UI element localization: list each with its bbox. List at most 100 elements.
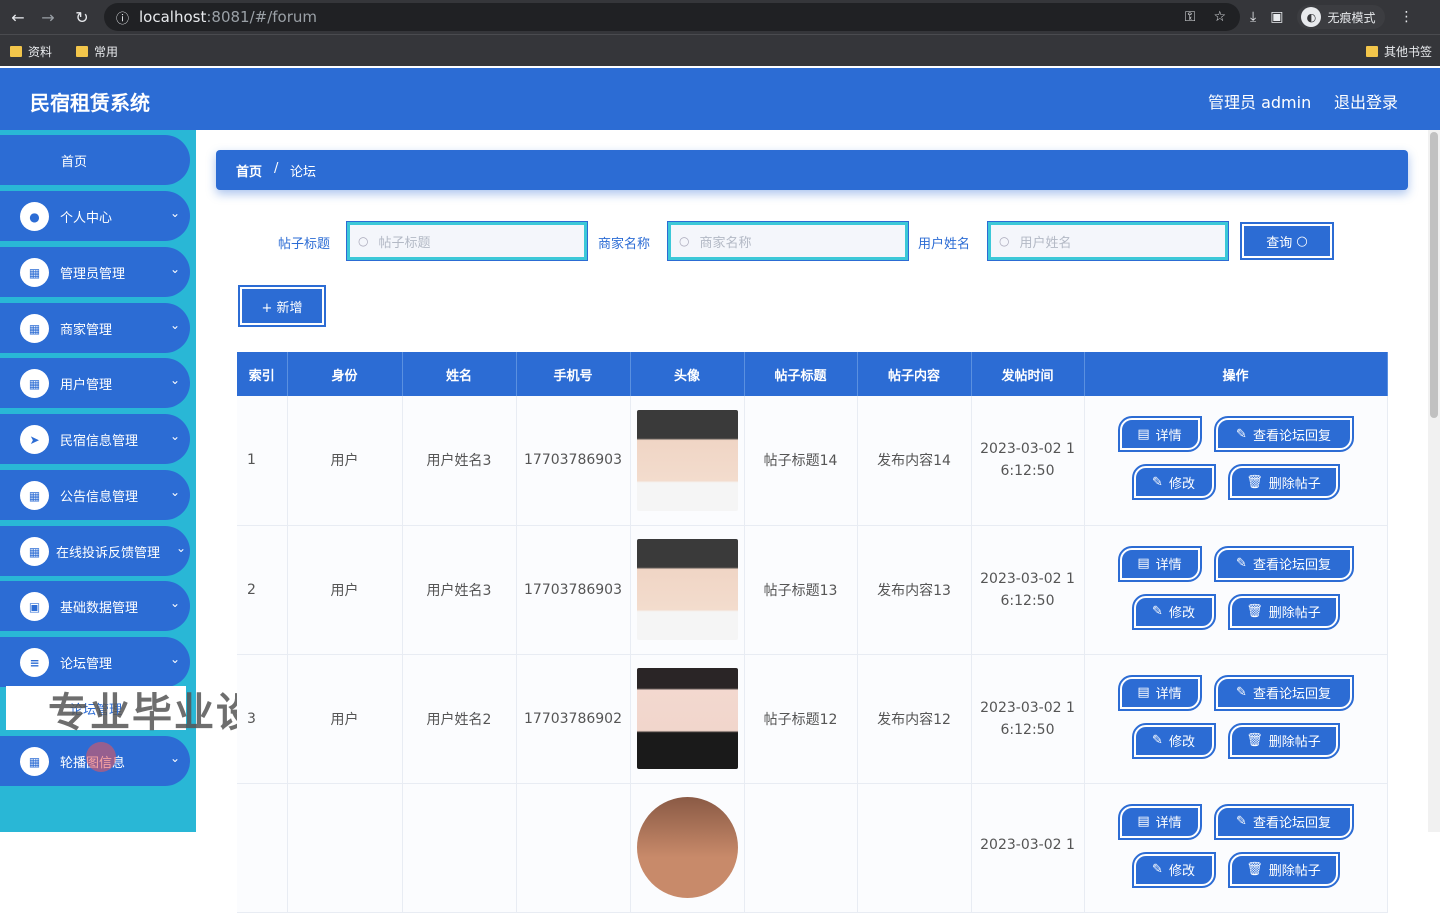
breadcrumb-separator: / <box>274 161 279 176</box>
input-placeholder: 用户姓名 <box>1019 235 1072 251</box>
sidebar-item-users[interactable]: ▦ 用户管理 ⌄ <box>0 358 190 408</box>
incognito-badge[interactable]: ◐ 无痕模式 <box>1297 5 1386 29</box>
add-button[interactable]: + 新增 <box>238 285 326 327</box>
sidebar-item-label: 商家管理 <box>60 323 113 338</box>
user-name-label: 用户姓名 <box>918 237 971 252</box>
merchant-name-label: 商家名称 <box>598 237 651 252</box>
search-button[interactable]: 查询 ○ <box>1240 222 1334 260</box>
trash-icon: 🗑 <box>1246 604 1263 619</box>
chevron-down-icon: ⌄ <box>169 751 180 765</box>
col-index: 索引 <box>237 352 288 396</box>
sidebar-item-merchants[interactable]: ▦ 商家管理 ⌄ <box>0 303 190 353</box>
input-placeholder: 帖子标题 <box>378 235 431 251</box>
cell-index <box>237 783 288 913</box>
time-line-1: 2023-03-02 1 <box>980 699 1075 716</box>
bookmark-folder[interactable]: 常用 <box>76 43 118 60</box>
detail-label: 详情 <box>1155 816 1182 831</box>
breadcrumb-home[interactable]: 首页 <box>236 161 262 180</box>
cell-avatar <box>630 396 745 526</box>
cell-name: 用户姓名3 <box>402 396 517 526</box>
time-line-2: 6:12:50 <box>1000 463 1055 480</box>
other-bookmarks[interactable]: 其他书签 <box>1366 43 1432 60</box>
search-icon: ○ <box>999 234 1010 248</box>
clipboard-icon: ▣ <box>20 592 49 621</box>
search-icon: ○ <box>358 234 369 248</box>
input-placeholder: 商家名称 <box>699 235 752 251</box>
avatar <box>636 668 738 769</box>
merchant-name-input[interactable]: ○ 商家名称 <box>667 221 909 261</box>
sidebar-item-profile[interactable]: ● 个人中心 ⌄ <box>0 191 190 241</box>
view-reply-button[interactable]: ✎ 查看论坛回复 <box>1213 803 1354 840</box>
bookmark-label: 资料 <box>28 45 53 59</box>
time-line-1: 2023-03-02 1 <box>980 441 1075 458</box>
list-icon: ≡ <box>20 648 49 677</box>
view-reply-button[interactable]: ✎ 查看论坛回复 <box>1213 674 1354 711</box>
user-name-input[interactable]: ○ 用户姓名 <box>987 221 1229 261</box>
trash-icon: 🗑 <box>1246 862 1263 877</box>
delete-button[interactable]: 🗑 删除帖子 <box>1227 464 1340 501</box>
view-reply-label: 查看论坛回复 <box>1252 428 1331 444</box>
edit-icon: ✎ <box>1152 474 1163 490</box>
sidebar-item-notices[interactable]: ▦ 公告信息管理 ⌄ <box>0 470 190 520</box>
post-title-input[interactable]: ○ 帖子标题 <box>346 221 588 261</box>
detail-button[interactable]: ▤ 详情 <box>1117 674 1202 711</box>
detail-button[interactable]: ▤ 详情 <box>1117 803 1202 840</box>
address-bar[interactable]: ⓘ localhost:8081/#/forum ⚿ ☆ <box>104 3 1240 31</box>
detail-button[interactable]: ▤ 详情 <box>1117 545 1202 582</box>
document-icon: ▤ <box>1137 556 1150 571</box>
avatar <box>636 409 738 511</box>
view-reply-button[interactable]: ✎ 查看论坛回复 <box>1213 416 1354 453</box>
delete-button[interactable]: 🗑 删除帖子 <box>1227 722 1340 759</box>
grid-icon: ▦ <box>20 747 49 776</box>
download-icon[interactable]: ⤓ <box>1250 9 1256 25</box>
person-icon: ● <box>20 202 49 231</box>
delete-button[interactable]: 🗑 删除帖子 <box>1227 851 1340 888</box>
cell-post-title: 帖子标题12 <box>744 654 858 784</box>
url-path: :8081/#/forum <box>206 8 318 26</box>
sidebar-item-admins[interactable]: ▦ 管理员管理 ⌄ <box>0 247 190 297</box>
sidepanel-icon[interactable]: ▣ <box>1270 9 1283 25</box>
reload-icon[interactable]: ↻ <box>68 3 96 31</box>
edit-button[interactable]: ✎ 修改 <box>1131 851 1216 888</box>
key-icon[interactable]: ⚿ <box>1185 9 1196 25</box>
edit-button[interactable]: ✎ 修改 <box>1131 464 1216 501</box>
logout-link[interactable]: 退出登录 <box>1334 89 1398 113</box>
trash-icon: 🗑 <box>1246 733 1263 748</box>
back-icon[interactable]: ← <box>4 3 32 31</box>
cell-actions: ▤ 详情 ✎ 查看论坛回复 ✎ 修改 🗑 删除帖子 <box>1084 525 1388 655</box>
time-line-1: 2023-03-02 1 <box>980 836 1075 853</box>
edit-label: 修改 <box>1168 735 1195 750</box>
sidebar-item-complaints[interactable]: ▦ 在线投诉反馈管理 ⌄ <box>0 526 190 576</box>
url-host: localhost <box>139 8 207 26</box>
chevron-down-icon: ⌄ <box>169 318 180 332</box>
chevron-down-icon: ⌄ <box>175 541 186 555</box>
col-post-time: 发帖时间 <box>971 352 1085 396</box>
incognito-label: 无痕模式 <box>1327 10 1376 25</box>
star-icon[interactable]: ☆ <box>1213 9 1226 25</box>
delete-button[interactable]: 🗑 删除帖子 <box>1227 593 1340 630</box>
edit-icon: ✎ <box>1236 685 1247 700</box>
edit-button[interactable]: ✎ 修改 <box>1131 593 1216 630</box>
sidebar-item-home[interactable]: 首页 <box>0 135 190 185</box>
sidebar-item-homestays[interactable]: ➤ 民宿信息管理 ⌄ <box>0 414 190 464</box>
app-header: 民宿租赁系统 管理员 admin 退出登录 <box>0 68 1440 130</box>
bookmark-folder[interactable]: 资料 <box>10 43 52 60</box>
scrollbar-thumb[interactable] <box>1430 132 1438 418</box>
app-title: 民宿租赁系统 <box>30 91 150 115</box>
view-reply-button[interactable]: ✎ 查看论坛回复 <box>1213 545 1354 582</box>
edit-button[interactable]: ✎ 修改 <box>1131 722 1216 759</box>
sidebar-item-basedata[interactable]: ▣ 基础数据管理 ⌄ <box>0 581 190 631</box>
cell-phone: 17703786902 <box>516 654 631 784</box>
info-icon[interactable]: ⓘ <box>116 8 129 27</box>
page-scrollbar[interactable] <box>1428 130 1440 832</box>
avatar <box>636 797 738 898</box>
incognito-icon: ◐ <box>1301 7 1322 27</box>
grid-icon: ▦ <box>20 314 49 343</box>
detail-button[interactable]: ▤ 详情 <box>1117 416 1202 453</box>
sidebar-item-label: 基础数据管理 <box>60 601 139 616</box>
forward-icon[interactable]: → <box>34 3 62 31</box>
col-role: 身份 <box>287 352 403 396</box>
menu-icon[interactable]: ⋮ <box>1399 9 1413 25</box>
bookmarks-bar: 资料 常用 其他书签 <box>0 34 1440 66</box>
edit-label: 修改 <box>1168 476 1195 492</box>
